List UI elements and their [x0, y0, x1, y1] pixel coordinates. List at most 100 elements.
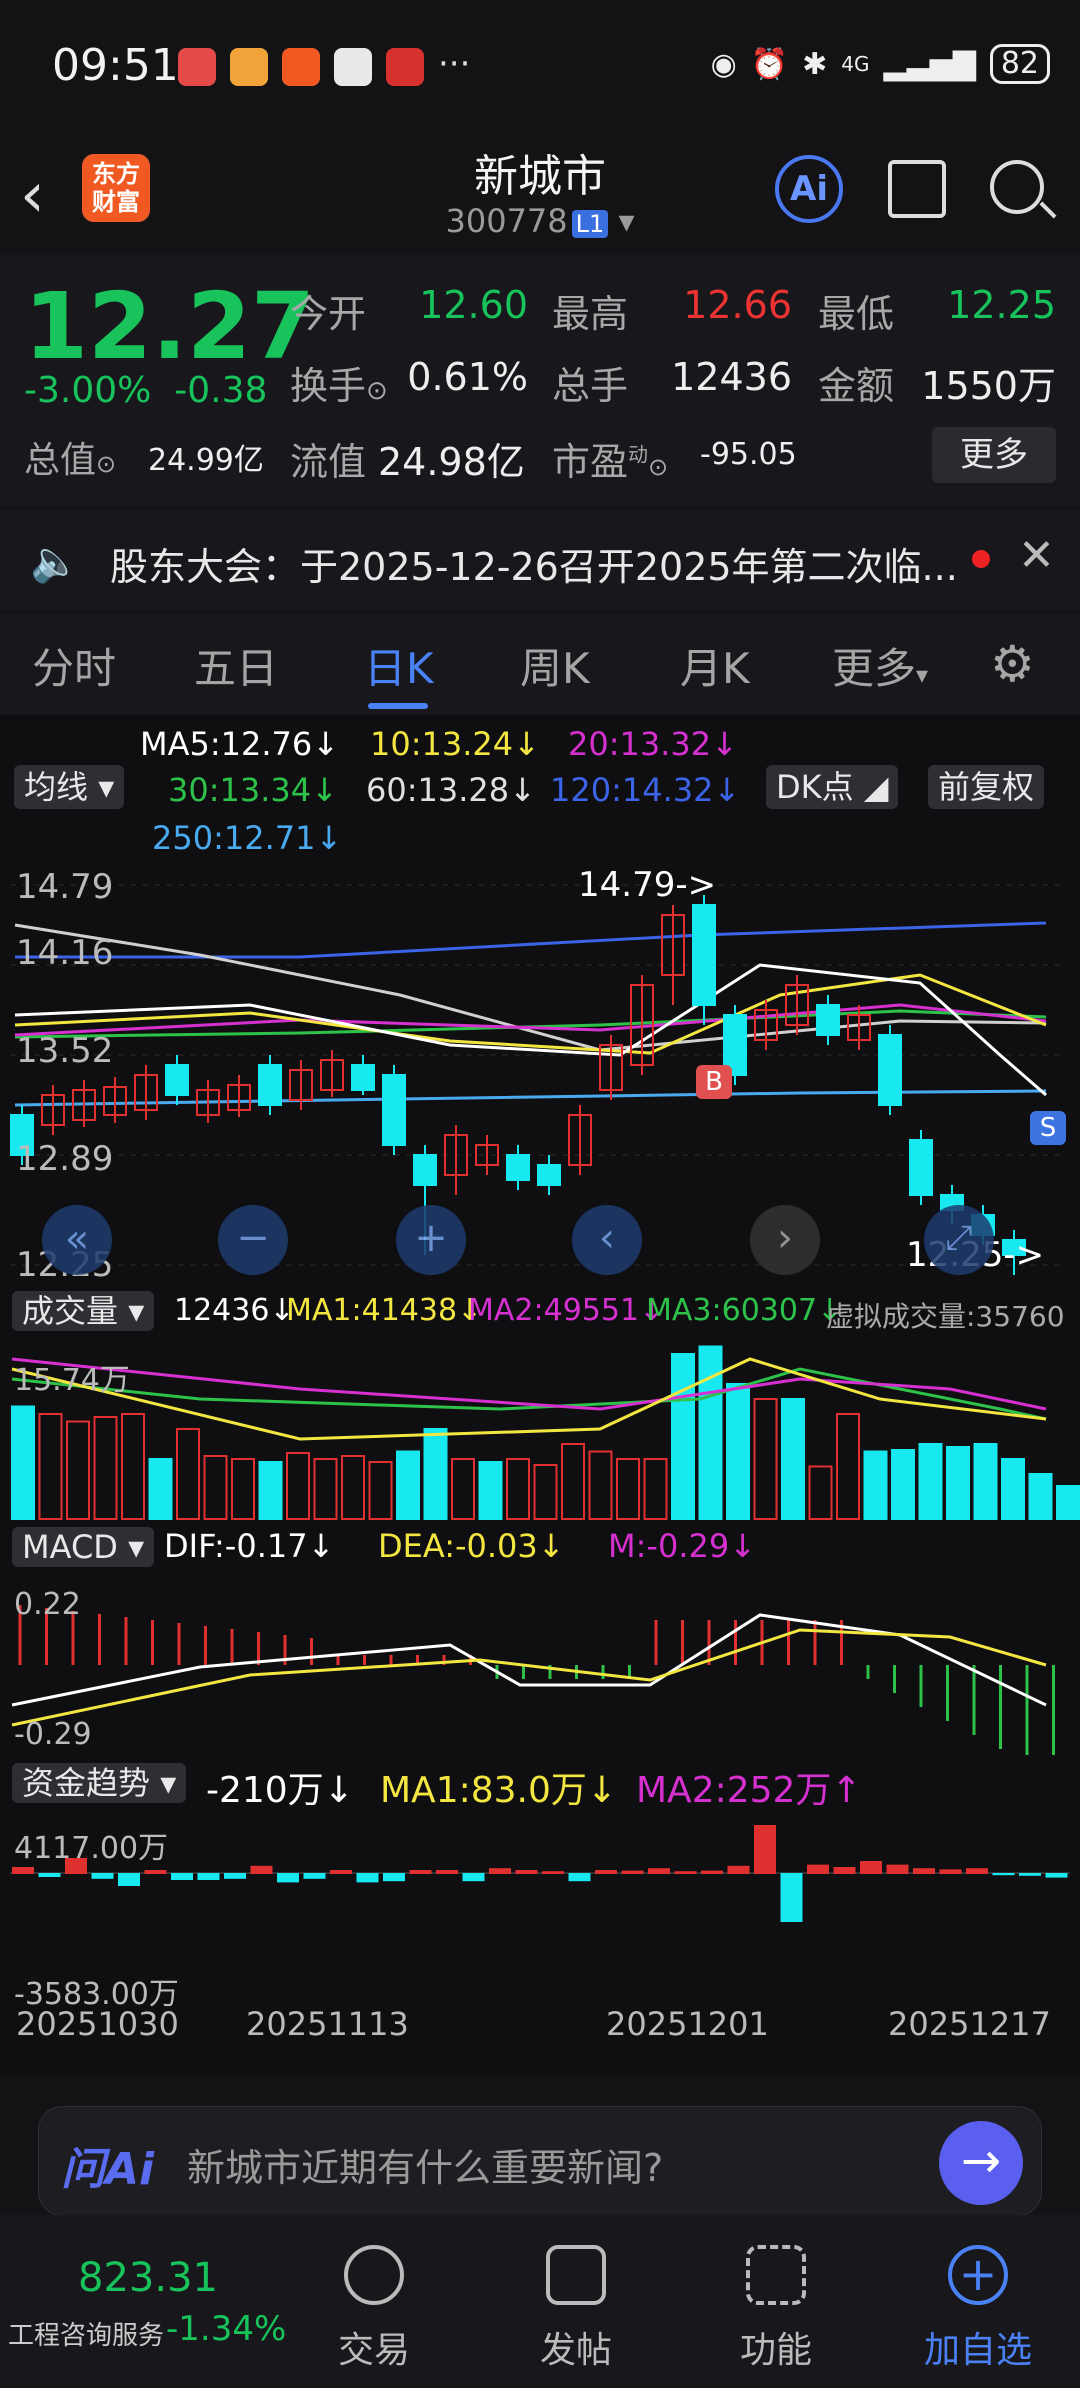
fund-bar [860, 1861, 882, 1874]
quote-panel: 12.27 -3.00% -0.38 今开 12.60 最高 12.66 最低 … [0, 255, 1080, 505]
volume-bar [1056, 1485, 1080, 1520]
ma30-label: 30:13.34↓ [168, 771, 338, 809]
function-button[interactable]: 功能 [676, 2215, 876, 2388]
macd-bottom-label: -0.29 [14, 1717, 92, 1752]
open-value: 12.60 [419, 283, 528, 327]
tab-intraday[interactable]: 分时 [32, 635, 116, 696]
fund-bar [409, 1870, 432, 1874]
sector-index-widget[interactable]: 823.31 工程咨询服务 -1.34% [0, 2215, 290, 2388]
ma-selector[interactable]: 均线 ▾ [14, 765, 125, 809]
candle [413, 1154, 437, 1186]
period-tabs: 分时 五日 日K 周K 月K 更多▾ ⚙ [0, 615, 1080, 715]
date-label-2: 20251113 [246, 2005, 409, 2043]
macd-dea: DEA:-0.03↓ [378, 1527, 565, 1565]
volume-selector[interactable]: 成交量 ▾ [12, 1291, 155, 1331]
fund-bar [621, 1870, 644, 1874]
candle [506, 1154, 530, 1181]
tab-five-day[interactable]: 五日 [194, 635, 278, 696]
volume-bar [203, 1455, 228, 1520]
fund-bar [250, 1865, 273, 1874]
candle [537, 1164, 561, 1186]
next-icon[interactable]: › [750, 1205, 820, 1275]
fund-top-label: 4117.00万 [14, 1831, 169, 1866]
volume-bar [588, 1450, 613, 1520]
signal-icon: ▂▃▅▇ [883, 46, 976, 82]
buy-signal-badge[interactable]: B [696, 1065, 732, 1099]
chart-area[interactable]: 均线 ▾ MA5:12.76↓ 10:13.24↓ 20:13.32↓ 30:1… [0, 715, 1080, 2075]
huawei-app-icon [178, 48, 216, 86]
add-watchlist-button[interactable]: + 加自选 [878, 2215, 1078, 2388]
clock: 09:51 [52, 40, 179, 91]
speaker-icon: 🔈 [30, 539, 80, 585]
candle [351, 1064, 375, 1091]
zoom-out-icon[interactable]: − [218, 1205, 288, 1275]
battery-icon: 82 [989, 44, 1050, 84]
trade-button[interactable]: 交易 [274, 2215, 474, 2388]
y-label-4: 12.89 [16, 1139, 114, 1179]
fuquan-button[interactable]: 前复权 [928, 765, 1045, 809]
macd-chart[interactable] [0, 1575, 1080, 1755]
low-value: 12.25 [947, 283, 1056, 327]
tab-monthly-k[interactable]: 月K [680, 635, 750, 696]
share-icon[interactable] [888, 160, 946, 218]
level-badge: L1 [571, 210, 609, 238]
volume-bar [258, 1461, 283, 1520]
expand-icon[interactable]: ⤢ [924, 1205, 994, 1275]
amount-value: 1550万 [921, 364, 1056, 408]
market-cap-label: 总值⊙ [24, 440, 117, 481]
macd-selector[interactable]: MACD ▾ [12, 1527, 155, 1567]
fund-bar [1019, 1873, 1041, 1876]
volume-bar [863, 1450, 888, 1520]
search-icon[interactable] [990, 160, 1044, 214]
sell-signal-badge[interactable]: S [1030, 1111, 1066, 1145]
tab-weekly-k[interactable]: 周K [520, 635, 590, 696]
unread-dot [972, 550, 990, 568]
volume-bar [423, 1428, 448, 1520]
fund-bar [886, 1864, 909, 1874]
change-line: -3.00% -0.38 [24, 370, 267, 411]
settings-gear-icon[interactable]: ⚙ [990, 635, 1035, 693]
ai-app-icon [334, 48, 372, 86]
candle [816, 1004, 840, 1036]
dk-point-button[interactable]: DK点 ◢ [766, 765, 899, 809]
fund-bar [462, 1873, 485, 1882]
volume-bar [918, 1443, 943, 1520]
add-watchlist-label: 加自选 [923, 2330, 1032, 2371]
date-label-1: 20251030 [16, 2005, 179, 2043]
ai-question-bar[interactable]: 问Ai 新城市近期有什么重要新闻? → [38, 2106, 1042, 2216]
fund-bar [807, 1864, 829, 1874]
prev-icon[interactable]: ‹ [572, 1205, 642, 1275]
announcement-text[interactable]: 股东大会：于2025-12-26召开2025年第二次临... [110, 536, 958, 591]
volume-bar [506, 1458, 530, 1520]
ai-button[interactable]: Ai [775, 155, 843, 223]
candle [878, 1034, 902, 1106]
volume-bar [671, 1353, 695, 1520]
tab-more[interactable]: 更多▾ [832, 635, 928, 696]
post-button[interactable]: 发帖 [476, 2215, 676, 2388]
volume-value: 12436 [671, 355, 792, 399]
tab-daily-k[interactable]: 日K [364, 635, 434, 696]
bottom-navigation: 823.31 工程咨询服务 -1.34% 交易 发帖 功能 + 加自选 [0, 2215, 1080, 2388]
alarm-icon: ⏰ [750, 46, 789, 82]
submit-arrow-icon[interactable]: → [939, 2121, 1023, 2205]
volume-bar [808, 1465, 833, 1520]
volume-bar [643, 1458, 668, 1520]
zoom-in-icon[interactable]: + [396, 1205, 466, 1275]
scroll-left-icon[interactable]: « [42, 1205, 112, 1275]
volume-ma1: MA1:41438↓ [286, 1293, 483, 1328]
fund-bar [568, 1873, 591, 1882]
fund-ma1: MA1:83.0万↓ [380, 1770, 618, 1811]
volume-chart[interactable] [0, 1339, 1080, 1539]
fund-trend-selector[interactable]: 资金趋势 ▾ [12, 1763, 187, 1803]
close-icon[interactable]: ✕ [1018, 530, 1055, 581]
ai-question-text[interactable]: 新城市近期有什么重要新闻? [187, 2137, 663, 2192]
change-percent: -3.00% [24, 370, 152, 411]
pe-value: -95.05 [700, 437, 797, 472]
fund-bar [224, 1873, 246, 1879]
volume-bar [66, 1420, 90, 1520]
status-bar: 09:51 ··· ◉ ⏰ ✱ 4G ▂▃▅▇ 82 [0, 0, 1080, 130]
network-label: 4G [841, 52, 870, 76]
kline-chart[interactable] [0, 865, 1080, 1295]
more-button[interactable]: 更多 [932, 427, 1056, 483]
announcement-bar[interactable]: 🔈 股东大会：于2025-12-26召开2025年第二次临... ✕ [0, 510, 1080, 610]
